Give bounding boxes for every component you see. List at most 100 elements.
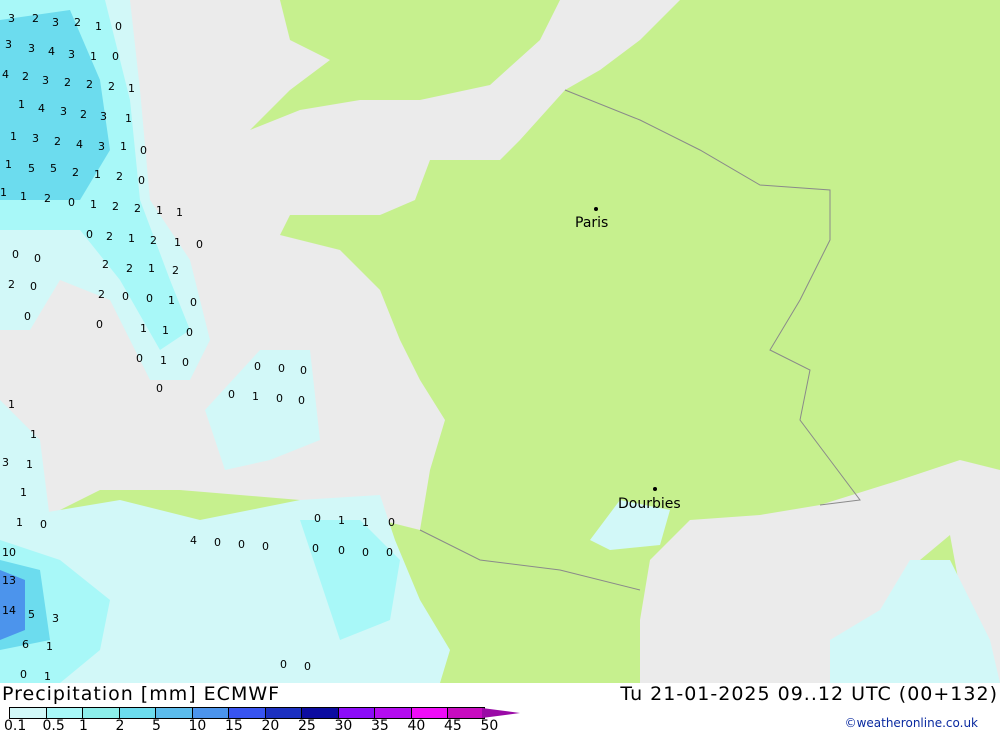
precip-value: 4 — [76, 138, 83, 151]
precip-value: 0 — [112, 50, 119, 63]
precip-value: 1 — [5, 158, 12, 171]
precip-value: 3 — [32, 132, 39, 145]
precip-value: 0 — [186, 326, 193, 339]
precip-value: 1 — [20, 486, 27, 499]
precip-value: 4 — [48, 45, 55, 58]
precip-value: 1 — [46, 640, 53, 653]
scale-label: 30 — [334, 718, 353, 734]
precip-value: 0 — [300, 364, 307, 377]
precip-value: 3 — [60, 105, 67, 118]
precip-value: 1 — [95, 20, 102, 33]
scale-label: 50 — [480, 718, 499, 734]
precip-value: 0 — [228, 388, 235, 401]
precip-value: 1 — [128, 82, 135, 95]
precip-value: 1 — [140, 322, 147, 335]
scale-swatch — [192, 708, 229, 718]
precip-value: 0 — [388, 516, 395, 529]
precip-value: 0 — [386, 546, 393, 559]
precip-value: 2 — [72, 166, 79, 179]
scale-label: 0.5 — [42, 718, 65, 734]
scale-swatch — [46, 708, 83, 718]
precip-value: 1 — [20, 190, 27, 203]
precip-value: 0 — [122, 290, 129, 303]
credit-link[interactable]: ©weatheronline.co.uk — [845, 716, 978, 730]
scale-label: 45 — [444, 718, 462, 734]
precip-value: 3 — [68, 48, 75, 61]
dourbies-marker — [653, 487, 657, 491]
precip-value: 14 — [2, 604, 16, 617]
precip-value: 0 — [238, 538, 245, 551]
scale-label: 40 — [407, 718, 426, 734]
precip-value: 0 — [24, 310, 31, 323]
precip-value: 3 — [8, 12, 15, 25]
precip-value: 0 — [138, 174, 145, 187]
precip-value: 2 — [44, 192, 51, 205]
precip-value: 1 — [168, 294, 175, 307]
precip-value: 13 — [2, 574, 16, 587]
precip-value: 5 — [50, 162, 57, 175]
precip-value: 3 — [42, 74, 49, 87]
precip-value: 1 — [148, 262, 155, 275]
precip-value: 1 — [90, 198, 97, 211]
precip-value: 1 — [362, 516, 369, 529]
precip-value: 0 — [338, 544, 345, 557]
scale-swatch — [83, 708, 120, 718]
precip-value: 0 — [312, 542, 319, 555]
scale-overflow-arrow — [482, 708, 520, 718]
precip-value: 0 — [20, 668, 27, 681]
scale-label: 10 — [188, 718, 207, 734]
precip-value: 1 — [16, 516, 23, 529]
precip-value: 1 — [90, 50, 97, 63]
valid-time: Tu 21-01-2025 09..12 UTC (00+132) — [620, 683, 998, 705]
precip-value: 0 — [140, 144, 147, 157]
precip-value: 0 — [86, 228, 93, 241]
precip-value: 2 — [74, 16, 81, 29]
precip-value: 2 — [8, 278, 15, 291]
precip-value: 0 — [156, 382, 163, 395]
precip-value: 3 — [2, 456, 9, 469]
scale-label: 0.1 — [4, 718, 27, 734]
precip-value: 0 — [96, 318, 103, 331]
scale-label: 35 — [371, 718, 389, 734]
precip-value: 2 — [150, 234, 157, 247]
scale-swatch — [448, 708, 484, 718]
scale-swatch — [10, 708, 47, 718]
scale-label: 1 — [79, 718, 88, 734]
precip-value: 1 — [120, 140, 127, 153]
precip-value: 0 — [30, 280, 37, 293]
scale-swatch — [156, 708, 193, 718]
precip-value: 1 — [156, 204, 163, 217]
precip-value: 0 — [314, 512, 321, 525]
precip-value: 0 — [262, 540, 269, 553]
precip-value: 3 — [28, 42, 35, 55]
precip-value: 0 — [40, 518, 47, 531]
map-title: Precipitation [mm] ECMWF — [2, 683, 281, 705]
precip-value: 6 — [22, 638, 29, 651]
precip-value: 0 — [146, 292, 153, 305]
scale-label: 15 — [225, 718, 243, 734]
precip-value: 3 — [52, 612, 59, 625]
legend-footer: Precipitation [mm] ECMWF Tu 21-01-2025 0… — [0, 683, 1000, 734]
precip-value: 1 — [94, 168, 101, 181]
precip-value: 2 — [108, 80, 115, 93]
precip-value: 3 — [5, 38, 12, 51]
precip-value: 2 — [106, 230, 113, 243]
precip-value: 0 — [304, 660, 311, 673]
precip-value: 2 — [172, 264, 179, 277]
precip-value: 0 — [362, 546, 369, 559]
precip-value: 1 — [44, 670, 51, 683]
precip-value: 1 — [26, 458, 33, 471]
precip-value: 2 — [86, 78, 93, 91]
precip-value: 10 — [2, 546, 16, 559]
precip-value: 0 — [254, 360, 261, 373]
precip-value: 5 — [28, 608, 35, 621]
precip-value: 0 — [276, 392, 283, 405]
precip-value: 1 — [125, 112, 132, 125]
scale-label: 20 — [261, 718, 280, 734]
precip-value: 1 — [174, 236, 181, 249]
scale-label: 2 — [115, 718, 125, 734]
precip-value: 1 — [30, 428, 37, 441]
precip-value: 2 — [32, 12, 39, 25]
precip-value: 0 — [190, 296, 197, 309]
city-label-paris: Paris — [575, 215, 608, 231]
